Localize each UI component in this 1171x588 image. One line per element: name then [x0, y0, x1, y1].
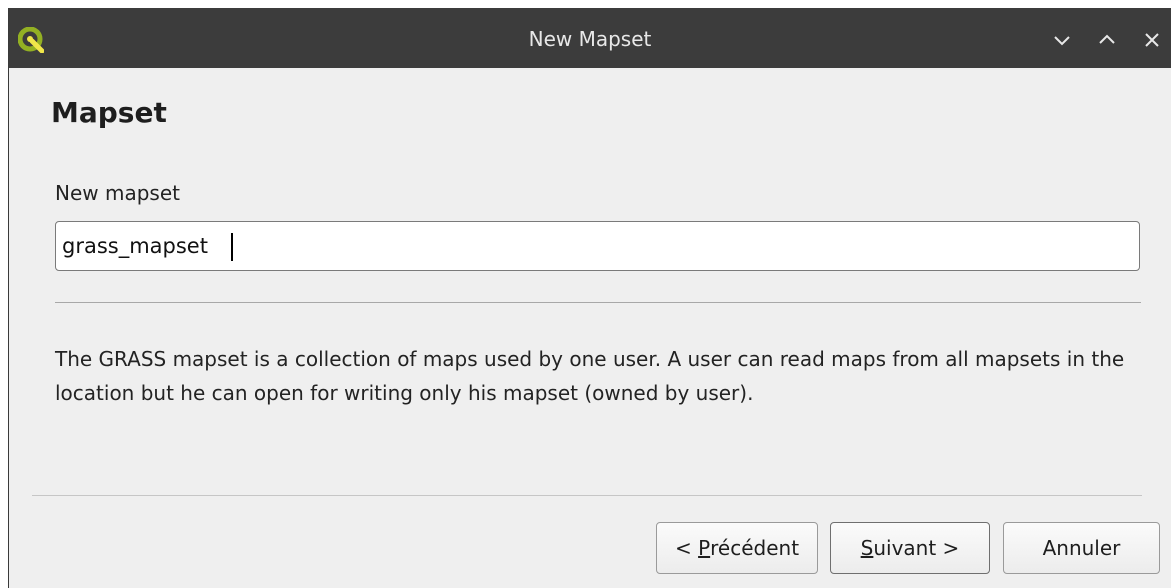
- previous-button-prefix: <: [674, 536, 699, 560]
- text-caret: [231, 233, 233, 261]
- next-button[interactable]: Suivant >: [830, 522, 990, 574]
- mapset-name-input[interactable]: [55, 221, 1140, 271]
- next-button-label: uivant >: [873, 536, 960, 560]
- previous-button-label: récédent: [710, 536, 800, 560]
- close-icon[interactable]: [1140, 28, 1164, 52]
- next-button-mnemonic: S: [860, 536, 874, 560]
- maximize-icon[interactable]: [1095, 28, 1119, 52]
- minimize-icon[interactable]: [1050, 28, 1074, 52]
- mapset-description: The GRASS mapset is a collection of maps…: [55, 347, 1125, 405]
- new-mapset-label: New mapset: [55, 181, 180, 205]
- previous-button[interactable]: < Précédent: [656, 522, 818, 574]
- button-area-divider: [32, 495, 1142, 496]
- divider: [55, 302, 1141, 303]
- page-heading: Mapset: [51, 96, 167, 129]
- cancel-button[interactable]: Annuler: [1003, 522, 1160, 574]
- window-title: New Mapset: [528, 27, 652, 51]
- previous-button-mnemonic: P: [698, 536, 711, 560]
- new-mapset-dialog: New Mapset Mapset New mapset The GRASS m…: [8, 8, 1171, 588]
- title-bar[interactable]: New Mapset: [9, 8, 1171, 68]
